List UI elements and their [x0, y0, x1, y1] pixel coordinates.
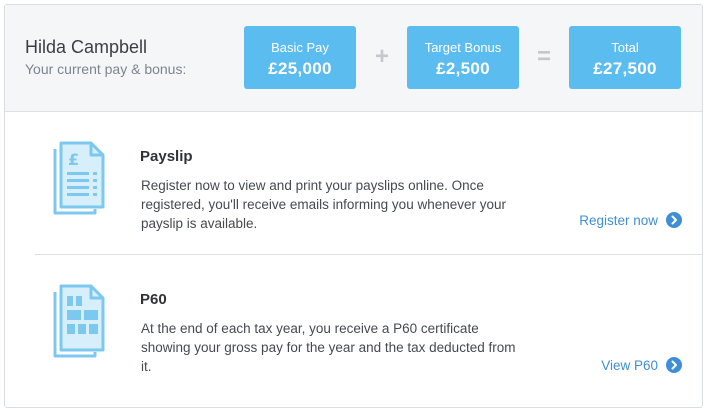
total-pay-value: £27,500 [593, 59, 657, 78]
svg-text:£: £ [68, 150, 79, 169]
payslip-title: Payslip [140, 148, 193, 165]
basic-pay-label: Basic Pay [271, 40, 329, 55]
payslip-section: £ Payslip Register now to view and print… [5, 112, 702, 255]
plus-symbol: + [374, 43, 389, 70]
basic-pay-box: Basic Pay £25,000 [244, 26, 356, 89]
chevron-right-icon [666, 212, 682, 228]
payslip-document-icon: £ [49, 139, 107, 215]
p60-document-icon [49, 282, 107, 358]
p60-description: At the end of each tax year, you receive… [141, 321, 516, 374]
target-bonus-box: Target Bonus £2,500 [407, 26, 519, 89]
chevron-right-icon [666, 357, 682, 373]
target-bonus-value: £2,500 [436, 59, 490, 78]
equals-symbol: = [536, 43, 551, 70]
pay-header: Hilda Campbell Your current pay & bonus:… [5, 5, 702, 112]
register-now-label: Register now [579, 212, 658, 228]
pay-summary-card: Hilda Campbell Your current pay & bonus:… [4, 4, 703, 408]
employee-subtitle: Your current pay & bonus: [25, 61, 187, 77]
employee-name: Hilda Campbell [25, 37, 148, 57]
target-bonus-label: Target Bonus [424, 40, 502, 55]
basic-pay-value: £25,000 [268, 59, 332, 78]
register-now-link[interactable]: Register now [579, 212, 682, 228]
view-p60-label: View P60 [601, 357, 658, 373]
payslip-description: Register now to view and print your pays… [141, 178, 506, 231]
p60-title: P60 [140, 291, 167, 308]
p60-section: P60 At the end of each tax year, you rec… [5, 255, 702, 405]
total-pay-label: Total [611, 40, 639, 55]
view-p60-link[interactable]: View P60 [601, 357, 682, 373]
total-pay-box: Total £27,500 [569, 26, 681, 89]
